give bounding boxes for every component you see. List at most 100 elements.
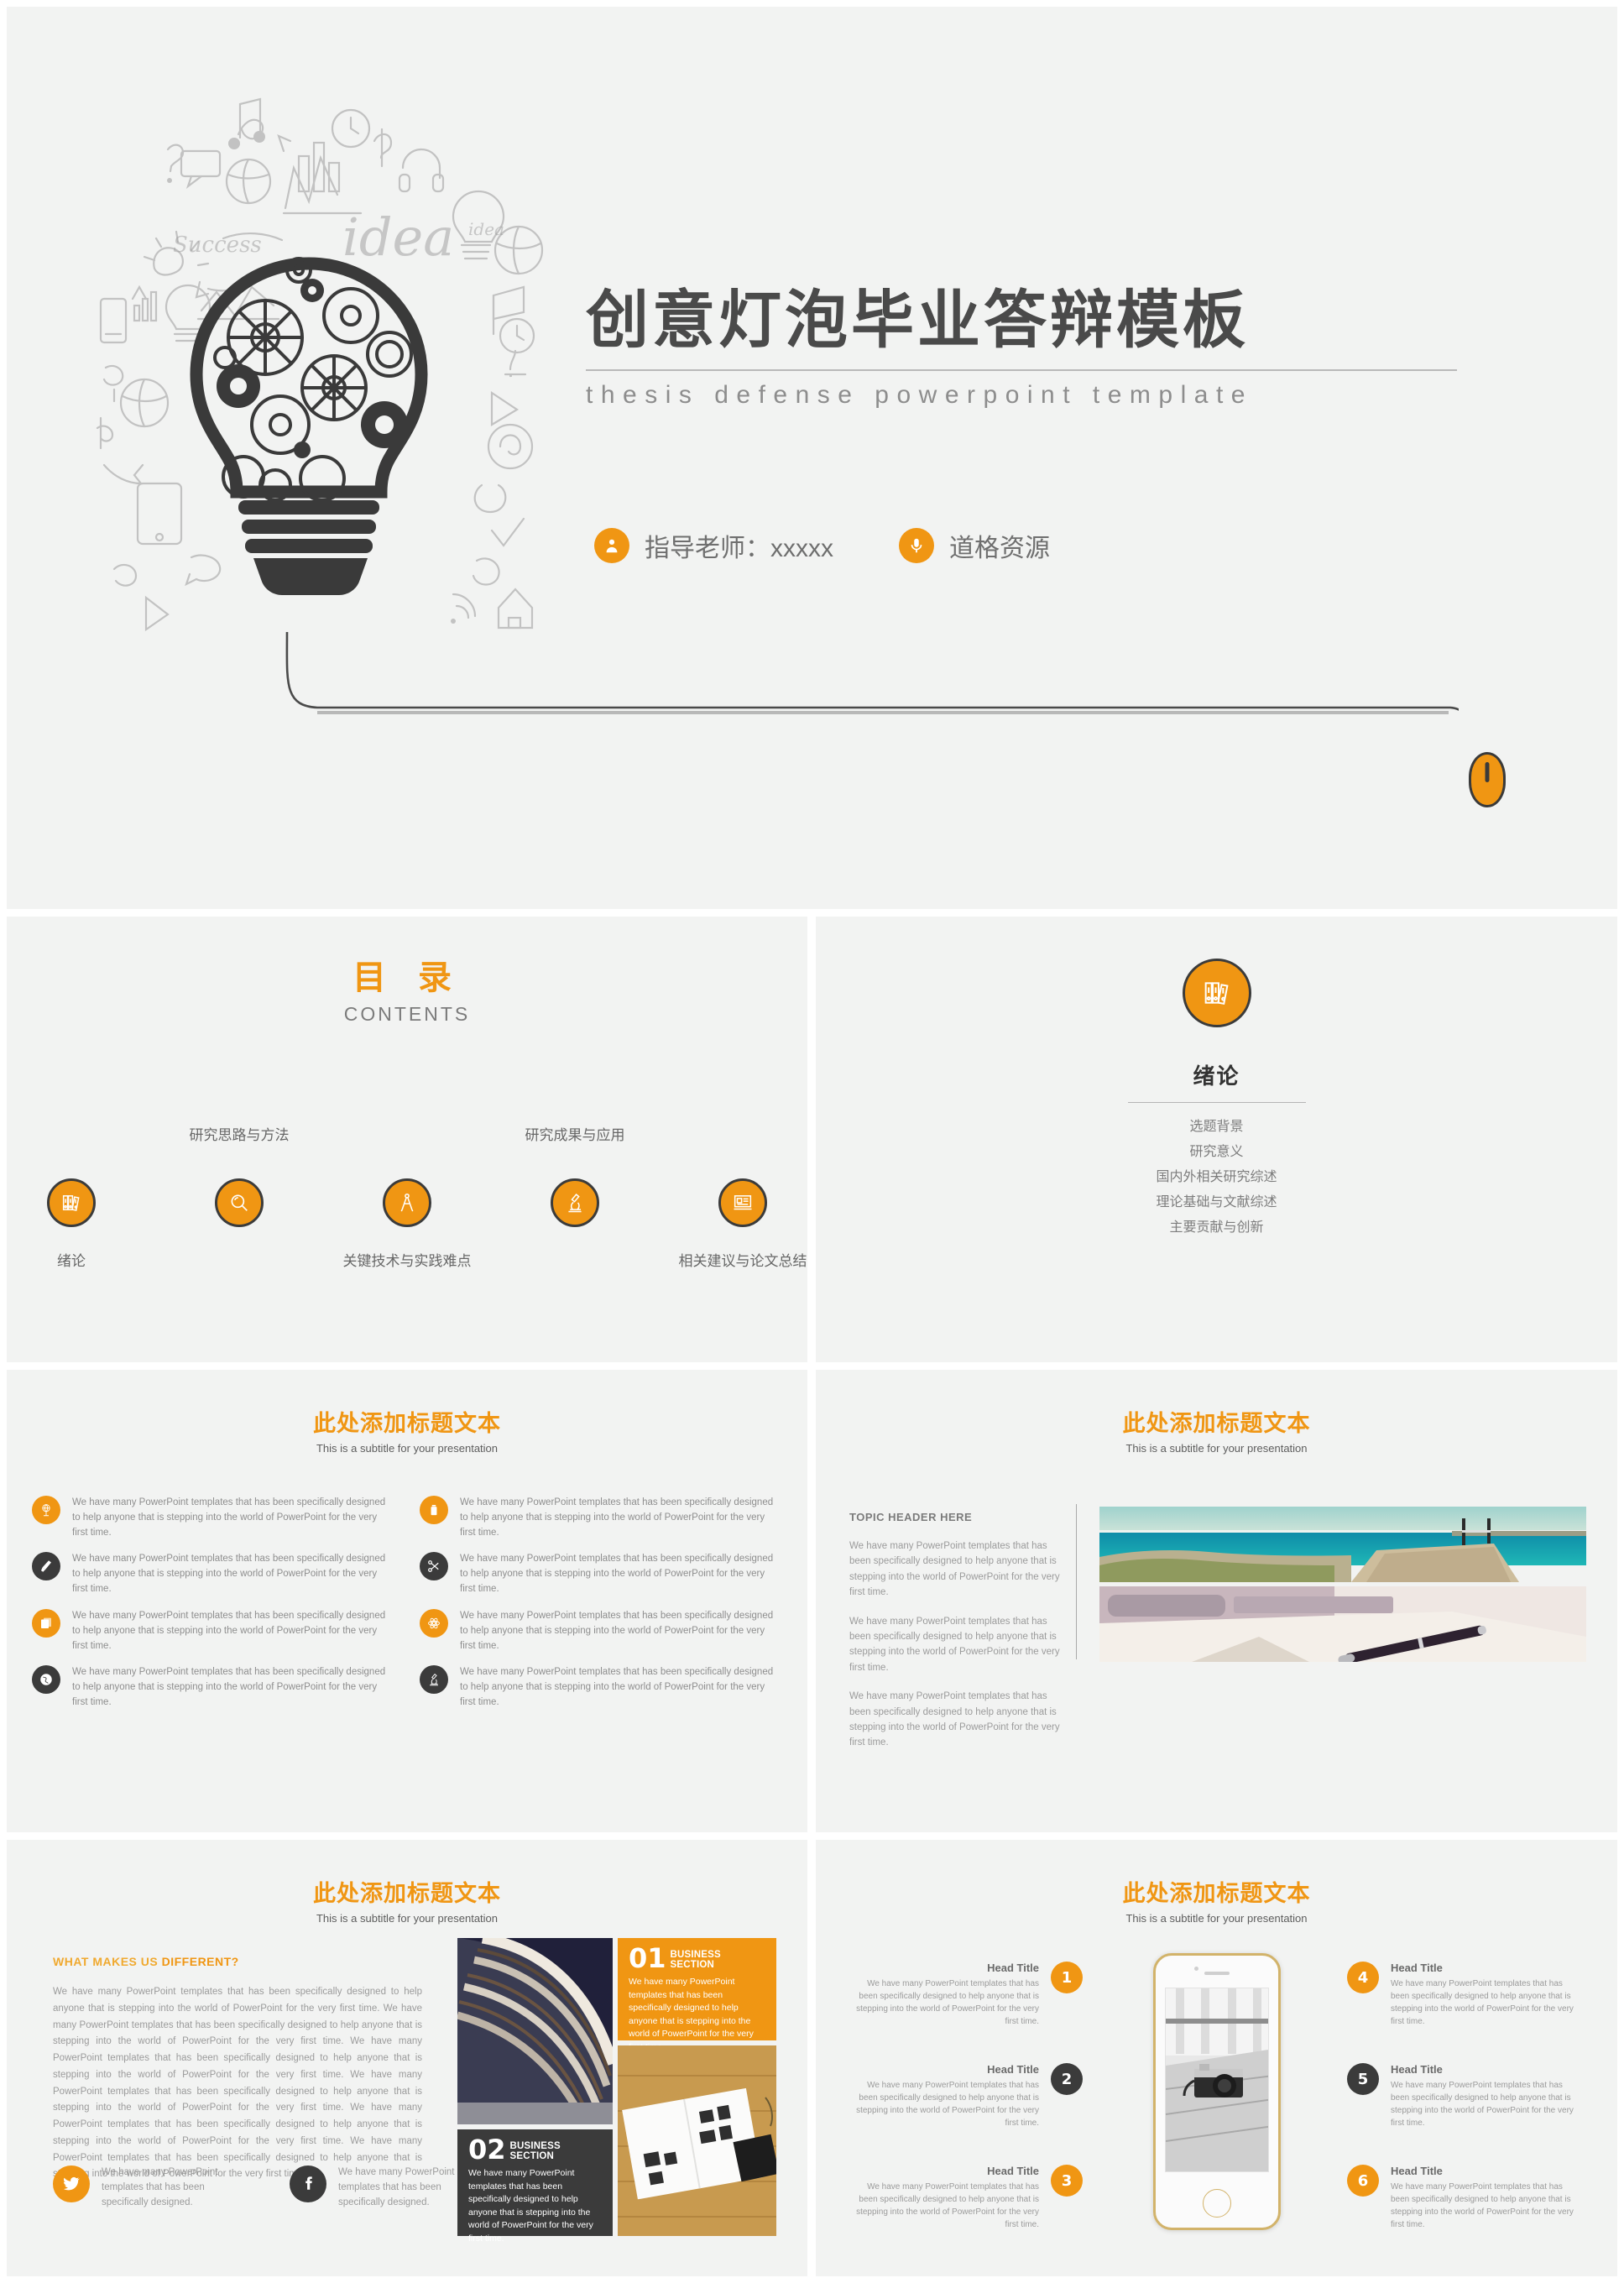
slide-phone-numbered[interactable]: 此处添加标题文本 This is a subtitle for your pre… <box>816 1840 1617 2276</box>
slide-title: 此处添加标题文本 <box>1122 1881 1311 1907</box>
brush-icon <box>32 1552 60 1581</box>
slide-title[interactable]: idea idea Success 创意灯泡毕业答辩模板 thesis defe… <box>7 7 1617 909</box>
slide-subtitle: This is a subtitle for your presentation <box>1125 1442 1308 1455</box>
feature-item[interactable]: We have many PowerPoint templates that h… <box>420 1552 782 1596</box>
list-item[interactable]: 研究意义 <box>1189 1140 1243 1160</box>
page-title: 创意灯泡毕业答辩模板 <box>586 283 1250 357</box>
slide-feature-grid[interactable]: 此处添加标题文本 This is a subtitle for your pre… <box>7 1370 807 1832</box>
slide-title: 此处添加标题文本 <box>313 1411 501 1437</box>
item-body: We have many PowerPoint templates that h… <box>856 1979 1039 2026</box>
toc-icon-row: 绪论 研究思路与方法 关键技术与实践难点 研究成果与应用 相关建议与论文总结 <box>7 1127 807 1269</box>
toc-item-2[interactable]: 关键技术与实践难点 <box>343 1178 472 1269</box>
vintage-camera-photo <box>1164 1988 1269 2172</box>
feature-item[interactable]: We have many PowerPoint templates that h… <box>420 1608 782 1653</box>
feature-item[interactable]: We have many PowerPoint templates that h… <box>32 1665 394 1710</box>
list-item[interactable]: 5 Head Title We have many PowerPoint tem… <box>1347 2063 1599 2129</box>
toc-label: 相关建议与论文总结 <box>678 1253 807 1269</box>
page-subtitle: thesis defense powerpoint template <box>586 381 1253 410</box>
item-body: We have many PowerPoint templates that h… <box>856 2182 1039 2229</box>
section-divider <box>1127 1102 1306 1103</box>
feature-text: We have many PowerPoint templates that h… <box>72 1554 386 1595</box>
business-number: 01 <box>629 1942 666 1974</box>
pen-notebook-photo <box>1099 1586 1586 1662</box>
source-label: 道格资源 <box>949 535 1050 562</box>
feature-item[interactable]: We have many PowerPoint templates that h… <box>32 1496 394 1540</box>
toc-item-0[interactable]: 绪论 <box>8 1178 134 1269</box>
slide-deck-preview: idea idea Success 创意灯泡毕业答辩模板 thesis defe… <box>0 0 1624 2283</box>
contents-title-en: CONTENTS <box>343 1003 471 1025</box>
meta-item-advisor[interactable]: 指导老师：xxxxx <box>594 527 833 564</box>
microscope-icon <box>551 1178 599 1227</box>
section-item-list: 选题背景 研究意义 国内外相关研究综述 理论基础与文献综述 主要贡献与创新 <box>1156 1115 1277 1236</box>
slide-subtitle: This is a subtitle for your presentation <box>316 1912 499 1925</box>
item-title: Head Title <box>987 1962 1039 1974</box>
list-item[interactable]: 4 Head Title We have many PowerPoint tem… <box>1347 1962 1599 2028</box>
slide-what-makes-different[interactable]: 此处添加标题文本 This is a subtitle for your pre… <box>7 1840 807 2276</box>
toc-item-4[interactable]: 相关建议与论文总结 <box>679 1178 807 1269</box>
slide-header: 此处添加标题文本 This is a subtitle for your pre… <box>816 1405 1617 1455</box>
feature-text: We have many PowerPoint templates that h… <box>460 1554 774 1595</box>
toc-item-1[interactable]: 研究思路与方法 <box>176 1127 302 1227</box>
slide-topic-photos[interactable]: 此处添加标题文本 This is a subtitle for your pre… <box>816 1370 1617 1832</box>
slide-subtitle: This is a subtitle for your presentation <box>316 1442 499 1455</box>
list-item[interactable]: 理论基础与文献综述 <box>1156 1190 1277 1210</box>
list-item[interactable]: 主要贡献与创新 <box>1169 1215 1263 1236</box>
list-item[interactable]: 选题背景 <box>1189 1115 1243 1135</box>
mouse-cable-graphic <box>285 632 1459 714</box>
feature-item[interactable]: We have many PowerPoint templates that h… <box>32 1552 394 1596</box>
feature-text: We have many PowerPoint templates that h… <box>460 1497 774 1538</box>
business-card-01: 01 BUSINESS SECTION We have many PowerPo… <box>618 1938 776 2052</box>
slide-header: 此处添加标题文本 This is a subtitle for your pre… <box>816 1875 1617 1925</box>
feature-text: We have many PowerPoint templates that h… <box>72 1610 386 1651</box>
list-item[interactable]: Head Title We have many PowerPoint templ… <box>839 2165 1083 2231</box>
toc-label: 绪论 <box>57 1253 86 1269</box>
battery-icon <box>420 1496 448 1524</box>
feature-item[interactable]: We have many PowerPoint templates that h… <box>32 1608 394 1653</box>
item-body: We have many PowerPoint templates that h… <box>1391 1979 1574 2026</box>
list-item[interactable]: 6 Head Title We have many PowerPoint tem… <box>1347 2165 1599 2231</box>
item-number-badge: 3 <box>1051 2165 1083 2197</box>
list-item[interactable]: Head Title We have many PowerPoint templ… <box>839 1962 1083 2028</box>
toc-item-3[interactable]: 研究成果与应用 <box>512 1127 638 1227</box>
open-book-wood-photo <box>618 2045 776 2236</box>
social-item-twitter[interactable]: We have many PowerPoint templates that h… <box>53 2165 246 2210</box>
toc-label: 研究成果与应用 <box>525 1127 625 1143</box>
svg-text:idea: idea <box>468 219 504 239</box>
folder-icon <box>32 1608 60 1638</box>
vertical-divider <box>1076 1504 1077 1659</box>
section-title: 绪论 <box>1193 1063 1240 1089</box>
presentation-board-icon <box>718 1178 767 1227</box>
business-text: We have many PowerPoint templates that h… <box>629 1977 754 2052</box>
meta-item-source[interactable]: 道格资源 <box>899 527 1050 564</box>
topic-paragraph: We have many PowerPoint templates that h… <box>849 1616 1060 1673</box>
business-grid: 01 BUSINESS SECTION We have many PowerPo… <box>457 1938 776 2244</box>
feature-text: We have many PowerPoint templates that h… <box>72 1667 386 1707</box>
list-item[interactable]: 国内外相关研究综述 <box>1156 1165 1277 1185</box>
item-number-badge: 2 <box>1051 2063 1083 2095</box>
section-heading-bold: DIFFERENT? <box>161 1955 239 1968</box>
feature-text: We have many PowerPoint templates that h… <box>72 1497 386 1538</box>
title-block: 创意灯泡毕业答辩模板 thesis defense powerpoint tem… <box>586 284 1501 410</box>
topic-text-column: TOPIC HEADER HERE We have many PowerPoin… <box>849 1511 1061 1764</box>
atom-icon <box>420 1608 448 1638</box>
item-title: Head Title <box>987 2063 1039 2076</box>
feature-item[interactable]: We have many PowerPoint templates that h… <box>420 1665 782 1710</box>
idea-doodle-text: idea <box>342 206 454 268</box>
slide-title: 此处添加标题文本 <box>313 1881 501 1907</box>
list-item[interactable]: Head Title We have many PowerPoint templ… <box>839 2063 1083 2129</box>
topic-header: TOPIC HEADER HERE <box>849 1511 973 1523</box>
earth-icon <box>32 1665 60 1695</box>
slide-section-intro[interactable]: 绪论 选题背景 研究意义 国内外相关研究综述 理论基础与文献综述 主要贡献与创新 <box>816 917 1617 1362</box>
left-numbered-list: Head Title We have many PowerPoint templ… <box>839 1962 1083 2266</box>
presenter-meta-row: 指导老师：xxxxx 道格资源 <box>594 527 1050 564</box>
phone-home-button[interactable] <box>1202 2189 1231 2218</box>
slide-contents[interactable]: 目 录 CONTENTS 绪论 研究思路与方法 关键技术与实践难点 研究成果与应… <box>7 917 807 1362</box>
library-shelves-photo <box>457 1938 613 2124</box>
slide-subtitle: This is a subtitle for your presentation <box>1125 1912 1308 1925</box>
social-item-facebook[interactable]: We have many PowerPoint templates that h… <box>290 2165 483 2210</box>
slide-title: 此处添加标题文本 <box>1122 1411 1311 1437</box>
item-body: We have many PowerPoint templates that h… <box>856 2081 1039 2128</box>
feature-item[interactable]: We have many PowerPoint templates that h… <box>420 1496 782 1540</box>
contents-heading: 目 录 CONTENTS <box>7 950 807 1026</box>
toc-label: 研究思路与方法 <box>189 1127 290 1143</box>
